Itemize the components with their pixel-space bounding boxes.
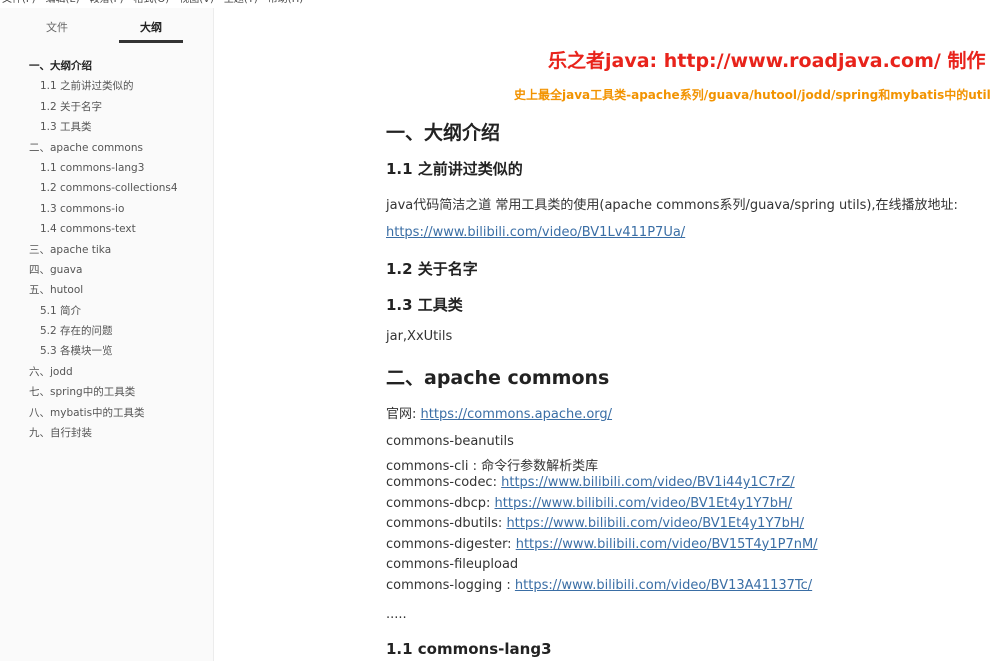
module-link[interactable]: https://www.bilibili.com/video/BV1Et4y1Y… xyxy=(506,516,804,531)
module-row: commons-dbutils: https://www.bilibili.co… xyxy=(386,516,804,531)
ellipsis: ..... xyxy=(386,607,407,622)
banner-title: 乐之者java: http://www.roadjava.com/ 制作 xyxy=(548,50,986,72)
outline-item[interactable]: 一、大纲介绍 xyxy=(0,56,214,76)
heading-lang3[interactable]: 1.1 commons-lang3 xyxy=(386,640,552,658)
editor-content: 乐之者java: http://www.roadjava.com/ 制作 史上最… xyxy=(214,0,1000,661)
outline-list: 一、大纲介绍 1.1 之前讲过类似的 1.2 关于名字 1.3 工具类 二、apache… xyxy=(0,56,214,443)
module-link[interactable]: https://www.bilibili.com/video/BV1i44y1C… xyxy=(501,475,795,490)
menu-file[interactable]: 文件(F) xyxy=(2,0,36,8)
module-name: commons-dbcp: xyxy=(386,495,495,511)
menu-edit[interactable]: 编辑(E) xyxy=(46,0,80,8)
outline-item[interactable]: 1.4 commons-text xyxy=(0,219,214,239)
outline-item[interactable]: 1.3 工具类 xyxy=(0,117,214,137)
module-name: commons-codec: xyxy=(386,475,502,490)
tab-files[interactable]: 文件 xyxy=(40,20,74,36)
module-name: commons-digester: xyxy=(386,536,516,552)
outline-item[interactable]: 八、mybatis中的工具类 xyxy=(0,403,214,423)
outline-item[interactable]: 1.1 之前讲过类似的 xyxy=(0,76,214,96)
module-link[interactable]: https://www.bilibili.com/video/BV15T4y1P… xyxy=(516,537,818,552)
module-row: commons-fileupload xyxy=(386,557,518,572)
outline-item[interactable]: 二、apache commons xyxy=(0,138,214,158)
official-label: 官网: xyxy=(386,407,421,422)
tab-outline[interactable]: 大纲 xyxy=(119,20,183,43)
heading-name[interactable]: 1.2 关于名字 xyxy=(386,258,478,279)
banner-subtitle: 史上最全java工具类-apache系列/guava/hutool/jodd/s… xyxy=(514,88,991,102)
module-row: commons-logging : https://www.bilibili.c… xyxy=(386,578,812,593)
outline-item[interactable]: 1.1 commons-lang3 xyxy=(0,158,214,178)
outline-item[interactable]: 1.2 关于名字 xyxy=(0,97,214,117)
outline-item[interactable]: 四、guava xyxy=(0,260,214,280)
outline-item[interactable]: 1.3 commons-io xyxy=(0,199,214,219)
outline-item[interactable]: 5.3 各模块一览 xyxy=(0,341,214,361)
module-name: commons-dbutils: xyxy=(386,516,507,531)
module-row: commons-beanutils xyxy=(386,434,514,449)
module-row: commons-dbcp: https://www.bilibili.com/v… xyxy=(386,496,792,511)
module-name: commons-logging : xyxy=(386,577,515,593)
heading-apache[interactable]: 二、apache commons xyxy=(386,363,609,390)
outline-item[interactable]: 六、jodd xyxy=(0,362,214,382)
link-official-site[interactable]: https://commons.apache.org/ xyxy=(421,407,613,422)
module-name: commons-cli : 命令行参数解析类库 xyxy=(386,458,599,474)
paragraph-tools: jar,XxUtils xyxy=(386,329,453,344)
sidebar: 文件 大纲 一、大纲介绍 1.1 之前讲过类似的 1.2 关于名字 1.3 工具类 二、… xyxy=(0,8,214,661)
outline-item[interactable]: 1.2 commons-collections4 xyxy=(0,178,214,198)
heading-similar[interactable]: 1.1 之前讲过类似的 xyxy=(386,158,523,179)
module-row: commons-codec: https://www.bilibili.com/… xyxy=(386,475,795,490)
paragraph-official: 官网: https://commons.apache.org/ xyxy=(386,403,612,422)
outline-item[interactable]: 九、自行封装 xyxy=(0,423,214,443)
outline-item[interactable]: 七、spring中的工具类 xyxy=(0,382,214,402)
module-link[interactable]: https://www.bilibili.com/video/BV13A4113… xyxy=(515,578,812,593)
heading-tools[interactable]: 1.3 工具类 xyxy=(386,294,463,315)
module-name: commons-fileupload xyxy=(386,557,519,572)
module-row: commons-digester: https://www.bilibili.c… xyxy=(386,537,818,552)
module-link[interactable]: https://www.bilibili.com/video/BV1Et4y1Y… xyxy=(495,496,793,511)
sidebar-tabs: 文件 大纲 xyxy=(0,20,214,44)
outline-item[interactable]: 五、hutool xyxy=(0,280,214,300)
paragraph-similar: java代码简洁之道 常用工具类的使用(apache commons系列/gua… xyxy=(386,198,958,213)
menu-format[interactable]: 格式(O) xyxy=(134,0,170,8)
heading-intro[interactable]: 一、大纲介绍 xyxy=(386,118,500,145)
module-row: commons-cli : 命令行参数解析类库 xyxy=(386,455,598,474)
outline-item[interactable]: 5.2 存在的问题 xyxy=(0,321,214,341)
menu-paragraph[interactable]: 段落(P) xyxy=(90,0,124,8)
module-name: commons-beanutils xyxy=(386,434,514,449)
link-similar-video[interactable]: https://www.bilibili.com/video/BV1Lv411P… xyxy=(386,225,685,240)
menu-view[interactable]: 视图(V) xyxy=(179,0,214,8)
outline-item[interactable]: 5.1 简介 xyxy=(0,301,214,321)
outline-item[interactable]: 三、apache tika xyxy=(0,240,214,260)
